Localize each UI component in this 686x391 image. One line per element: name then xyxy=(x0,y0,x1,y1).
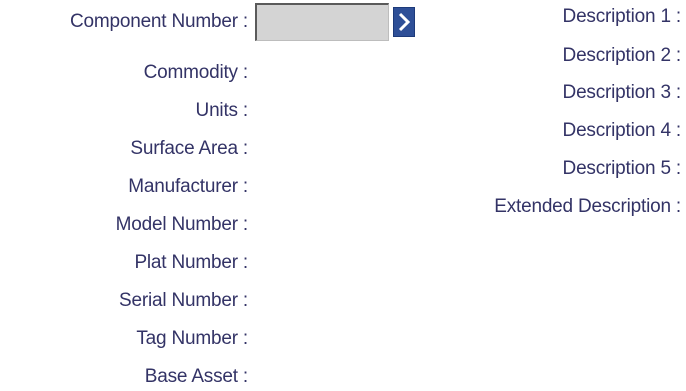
description-2-label: Description 2 : xyxy=(562,45,682,66)
units-label: Units : xyxy=(195,100,249,121)
description-1-label: Description 1 : xyxy=(562,6,682,27)
surface-area-label: Surface Area : xyxy=(130,138,248,159)
manufacturer-label: Manufacturer : xyxy=(128,176,248,197)
tag-number-label: Tag Number : xyxy=(136,328,248,349)
plat-number-label: Plat Number : xyxy=(134,252,248,273)
serial-number-label: Serial Number : xyxy=(119,290,248,311)
base-asset-label: Base Asset : xyxy=(144,366,248,387)
component-number-input[interactable] xyxy=(255,3,389,41)
chevron-right-icon xyxy=(398,12,411,32)
extended-description-label: Extended Description : xyxy=(494,196,681,217)
component-number-prompt-button[interactable] xyxy=(393,7,415,37)
commodity-label: Commodity : xyxy=(143,62,249,83)
model-number-label: Model Number : xyxy=(115,214,249,235)
description-5-label: Description 5 : xyxy=(562,158,682,179)
description-3-label: Description 3 : xyxy=(562,82,682,103)
component-number-label: Component Number : xyxy=(69,11,248,32)
description-4-label: Description 4 : xyxy=(562,120,682,141)
